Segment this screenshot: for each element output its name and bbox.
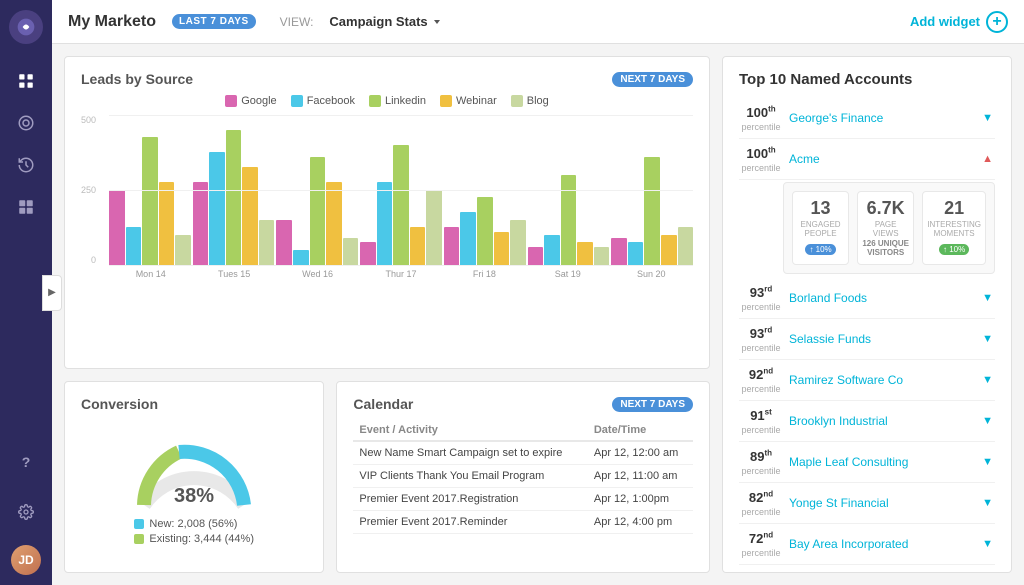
bar-chart: 5002500Mon 14Tues 15Wed 16Thur 17Fri 18S… [81,115,693,295]
sidebar: ▶ ? JD [0,0,52,585]
percentile-3: 93rd percentile [739,325,783,353]
account-name-7: Yonge St Financial [783,496,982,510]
legend-webinar: Webinar [440,95,497,107]
sidebar-item-home[interactable] [9,64,43,98]
account-name-1: Acme [783,152,982,166]
chart-legend: Google Facebook Linkedin Webinar [81,95,693,107]
legend-blog: Blog [511,95,549,107]
acme-stat-moments: 21 INTERESTINGMOMENTS ↑ 10% [922,191,986,265]
sidebar-item-grid[interactable] [9,190,43,224]
content-area: Leads by Source NEXT 7 DAYS Google Faceb… [52,44,1024,585]
acme-badge-moments: ↑ 10% [939,244,969,255]
view-dropdown[interactable]: Campaign Stats [329,14,441,29]
account-arrow-8: ▼ [982,538,995,550]
days-badge[interactable]: LAST 7 DAYS [172,14,256,29]
add-widget-icon: + [986,11,1008,33]
conversion-title: Conversion [81,396,158,412]
account-row-6[interactable]: 89th percentile Maple Leaf Consulting ▼ [739,442,995,483]
left-column: Leads by Source NEXT 7 DAYS Google Faceb… [64,56,710,573]
percentile-5: 91st percentile [739,407,783,435]
acme-badge-engaged: ↑ 10% [805,244,835,255]
account-name-6: Maple Leaf Consulting [783,455,982,469]
conversion-legend: New: 2,008 (56%) Existing: 3,444 (44%) [134,518,254,548]
user-avatar[interactable]: JD [11,545,41,575]
right-column: Top 10 Named Accounts 100th percentile G… [722,56,1012,573]
account-name-0: George's Finance [783,111,982,125]
account-row-3[interactable]: 93rd percentile Selassie Funds ▼ [739,319,995,360]
account-arrow-6: ▼ [982,456,995,468]
account-name-2: Borland Foods [783,291,982,305]
leads-badge[interactable]: NEXT 7 DAYS [612,72,693,87]
account-row-5[interactable]: 91st percentile Brooklyn Industrial ▼ [739,401,995,442]
donut-chart: 38% New: 2,008 (56%) Existing: 3,444 (44… [81,420,307,558]
col-event: Event / Activity [353,420,587,441]
app-logo[interactable] [9,10,43,44]
named-accounts-widget: Top 10 Named Accounts 100th percentile G… [722,56,1012,573]
calendar-badge[interactable]: NEXT 7 DAYS [612,397,693,412]
account-arrow-2: ▼ [982,292,995,304]
account-arrow-1: ▲ [982,153,995,165]
percentile-0: 100th percentile [739,104,783,132]
svg-text:38%: 38% [174,485,214,507]
account-arrow-0: ▼ [982,112,995,124]
app-title: My Marketo [68,13,156,31]
help-icon[interactable]: ? [9,445,43,479]
view-value: Campaign Stats [329,14,427,29]
account-row-7[interactable]: 82nd percentile Yonge St Financial ▼ [739,483,995,524]
account-arrow-7: ▼ [982,497,995,509]
percentile-9: 62nd percentile [739,571,783,573]
leads-title: Leads by Source [81,71,193,87]
account-arrow-3: ▼ [982,333,995,345]
main-area: My Marketo LAST 7 DAYS VIEW: Campaign St… [52,0,1024,585]
account-row-2[interactable]: 93rd percentile Borland Foods ▼ [739,278,995,319]
calendar-widget: Calendar NEXT 7 DAYS Event / Activity Da… [336,381,710,573]
account-row-1[interactable]: 100th percentile Acme ▲ [739,139,995,180]
conv-new: New: 2,008 (56%) [149,518,237,530]
percentile-8: 72nd percentile [739,530,783,558]
percentile-1: 100th percentile [739,145,783,173]
add-widget-button[interactable]: Add widget + [910,11,1008,33]
account-name-4: Ramirez Software Co [783,373,982,387]
table-row[interactable]: Premier Event 2017.Reminder Apr 12, 4:00… [353,511,693,534]
account-row-0[interactable]: 100th percentile George's Finance ▼ [739,98,995,139]
sidebar-item-history[interactable] [9,148,43,182]
accounts-title: Top 10 Named Accounts [739,71,995,88]
calendar-table: Event / Activity Date/Time New Name Smar… [353,420,693,534]
account-name-5: Brooklyn Industrial [783,414,982,428]
calendar-title: Calendar [353,396,413,412]
acme-stat-engaged: 13 ENGAGEDPEOPLE ↑ 10% [792,191,849,265]
header: My Marketo LAST 7 DAYS VIEW: Campaign St… [52,0,1024,44]
account-arrow-5: ▼ [982,415,995,427]
acme-stat-pageviews: 6.7K PAGE VIEWS 126 UNIQUEVISITORS [857,191,914,265]
percentile-6: 89th percentile [739,448,783,476]
legend-google: Google [225,95,276,107]
acme-expanded-stats: 13 ENGAGEDPEOPLE ↑ 10% 6.7K PAGE VIEWS 1… [783,182,995,274]
account-arrow-4: ▼ [982,374,995,386]
percentile-7: 82nd percentile [739,489,783,517]
account-row-9[interactable]: 62nd percentile Coopertino Enterprises ▼ [739,565,995,573]
col-date: Date/Time [588,420,693,441]
accounts-list: 100th percentile George's Finance ▼ 100t… [739,98,995,573]
table-row[interactable]: Premier Event 2017.Registration Apr 12, … [353,488,693,511]
table-row[interactable]: New Name Smart Campaign set to expire Ap… [353,441,693,465]
legend-facebook: Facebook [291,95,355,107]
table-row[interactable]: VIP Clients Thank You Email Program Apr … [353,465,693,488]
conv-existing: Existing: 3,444 (44%) [149,533,254,545]
view-label: VIEW: [280,15,314,29]
percentile-4: 92nd percentile [739,366,783,394]
account-name-8: Bay Area Incorporated [783,537,982,551]
sidebar-item-target[interactable] [9,106,43,140]
legend-linkedin: Linkedin [369,95,426,107]
sidebar-collapse-btn[interactable]: ▶ [42,275,62,311]
settings-icon[interactable] [9,495,43,529]
percentile-2: 93rd percentile [739,284,783,312]
account-row-4[interactable]: 92nd percentile Ramirez Software Co ▼ [739,360,995,401]
account-name-3: Selassie Funds [783,332,982,346]
bottom-row: Conversion 38% [64,381,710,573]
conversion-widget: Conversion 38% [64,381,324,573]
account-row-8[interactable]: 72nd percentile Bay Area Incorporated ▼ [739,524,995,565]
leads-by-source-widget: Leads by Source NEXT 7 DAYS Google Faceb… [64,56,710,369]
